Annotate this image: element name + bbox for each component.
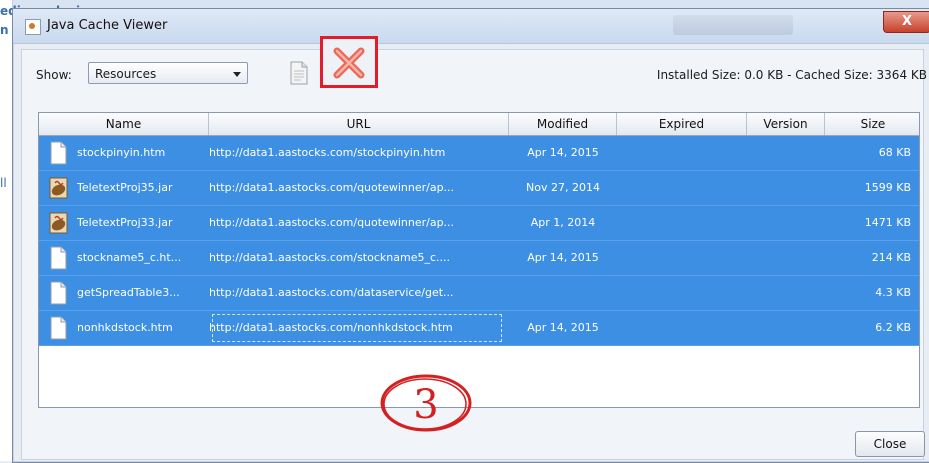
row-expired — [617, 206, 747, 240]
table-header: Name URL Modified Expired Version Size — [39, 113, 919, 136]
row-url: http://data1.aastocks.com/stockpinyin.ht… — [209, 146, 446, 159]
background-text: ll — [0, 176, 7, 190]
document-icon — [50, 281, 67, 305]
row-modified: Apr 14, 2015 — [527, 321, 599, 334]
title-bar: Java Cache Viewer X — [13, 9, 929, 44]
row-expired — [617, 136, 747, 170]
table-row[interactable]: stockname5_c.ht... http://data1.aastocks… — [39, 241, 919, 276]
row-url: http://data1.aastocks.com/nonhkdstock.ht… — [209, 311, 505, 345]
document-icon — [290, 61, 308, 85]
row-expired — [617, 311, 747, 345]
column-header-modified[interactable]: Modified — [509, 113, 617, 135]
column-header-size[interactable]: Size — [825, 113, 919, 135]
row-version — [747, 171, 825, 205]
window-title: Java Cache Viewer — [47, 18, 168, 33]
annotation-label: 3 — [413, 382, 438, 428]
blurred-background-button — [673, 15, 793, 35]
row-modified: Apr 14, 2015 — [527, 251, 599, 264]
row-size: 4.3 KB — [875, 286, 911, 299]
column-header-expired[interactable]: Expired — [617, 113, 747, 135]
row-expired — [617, 276, 747, 310]
row-version — [747, 311, 825, 345]
document-icon — [50, 141, 67, 165]
document-icon — [50, 246, 67, 270]
row-version — [747, 276, 825, 310]
delete-x-icon — [333, 47, 365, 79]
column-header-name[interactable]: Name — [39, 113, 209, 135]
row-expired — [617, 241, 747, 275]
row-size: 1599 KB — [864, 181, 911, 194]
row-url: http://data1.aastocks.com/quotewinner/ap… — [209, 216, 455, 229]
row-modified — [509, 276, 617, 310]
column-header-url[interactable]: URL — [209, 113, 509, 135]
table-row[interactable]: TeletextProj35.jar http://data1.aastocks… — [39, 171, 919, 206]
java-jar-icon — [49, 212, 68, 234]
column-header-version[interactable]: Version — [747, 113, 825, 135]
delete-button[interactable] — [320, 36, 378, 88]
table-row[interactable]: stockpinyin.htm http://data1.aastocks.co… — [39, 136, 919, 171]
cache-size-summary: Installed Size: 0.0 KB - Cached Size: 33… — [656, 68, 927, 82]
table-row[interactable]: getSpreadTable3... http://data1.aastocks… — [39, 276, 919, 311]
row-size: 6.2 KB — [875, 321, 911, 334]
step-number-annotation: 3 — [380, 374, 472, 432]
row-size: 68 KB — [878, 146, 911, 159]
window-close-button[interactable]: X — [883, 11, 929, 33]
table-row[interactable]: TeletextProj33.jar http://data1.aastocks… — [39, 206, 919, 241]
java-app-icon — [25, 19, 41, 35]
java-jar-icon — [49, 177, 68, 199]
row-size: 214 KB — [871, 251, 911, 264]
table-body: stockpinyin.htm http://data1.aastocks.co… — [39, 136, 919, 346]
row-modified: Apr 14, 2015 — [527, 146, 599, 159]
chevron-down-icon — [233, 72, 241, 77]
show-dropdown[interactable]: Resources — [88, 62, 248, 84]
show-dropdown-value: Resources — [95, 67, 157, 81]
document-icon — [50, 316, 67, 340]
row-modified: Nov 27, 2014 — [526, 181, 600, 194]
background-text: n — [0, 23, 9, 37]
row-size: 1471 KB — [864, 216, 911, 229]
row-version — [747, 206, 825, 240]
cache-resources-table[interactable]: Name URL Modified Expired Version Size s… — [38, 112, 920, 408]
show-label: Show: — [36, 68, 72, 82]
close-button[interactable]: Close — [855, 431, 925, 457]
row-url: http://data1.aastocks.com/dataservice/ge… — [209, 286, 454, 299]
table-row[interactable]: nonhkdstock.htm http://data1.aastocks.co… — [39, 311, 919, 346]
row-version — [747, 136, 825, 170]
row-version — [747, 241, 825, 275]
row-url: http://data1.aastocks.com/quotewinner/ap… — [209, 181, 455, 194]
view-document-button[interactable] — [288, 60, 310, 86]
row-url: http://data1.aastocks.com/stockname5_c..… — [209, 251, 450, 264]
row-expired — [617, 171, 747, 205]
row-modified: Apr 1, 2014 — [530, 216, 596, 229]
